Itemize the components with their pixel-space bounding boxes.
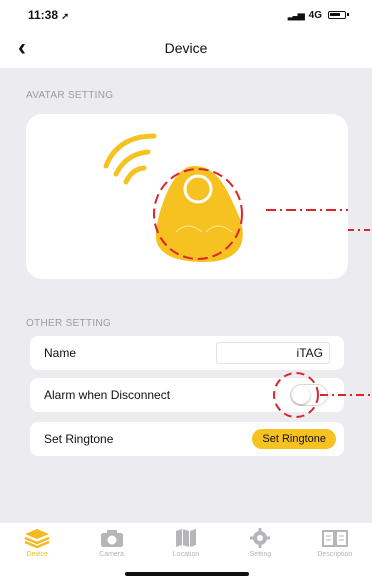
itag-device-illustration [103, 133, 348, 262]
avatar-section-label: AVATAR SETTING [26, 90, 114, 101]
battery-icon [328, 11, 349, 19]
wifi-signal-icon [103, 133, 157, 185]
set-ringtone-button[interactable]: Set Ringtone [252, 429, 336, 449]
gear-icon [250, 528, 271, 548]
signal-icon: ▂▃▅ [287, 9, 305, 20]
tab-label: Device [26, 551, 48, 558]
tab-bar: Device Camera Location Setting Descripti… [0, 522, 372, 567]
name-label: Name [44, 346, 77, 360]
name-input[interactable] [216, 342, 330, 364]
network-type: 4G [308, 9, 322, 21]
annotation-line-extension [348, 229, 372, 231]
tab-label: Camera [99, 551, 125, 558]
name-row: Name [30, 336, 344, 370]
tab-label: Location [172, 551, 200, 558]
alarm-label: Alarm when Disconnect [44, 388, 171, 402]
home-indicator [125, 572, 249, 576]
nav-bar: ‹ Device [0, 30, 372, 68]
status-indicators: ▂▃▅ 4G [287, 9, 349, 21]
map-icon [176, 529, 197, 547]
tab-location[interactable]: Location [149, 523, 223, 567]
other-section-label: OTHER SETTING [26, 318, 112, 329]
ringtone-row: Set Ringtone Set Ringtone [30, 422, 344, 456]
tab-device[interactable]: Device [0, 523, 74, 567]
book-icon [321, 530, 348, 547]
page-title: Device [164, 40, 208, 56]
status-bar: 11:38 ➚ ▂▃▅ 4G [0, 0, 372, 30]
tab-label: Setting [249, 551, 272, 558]
tab-description[interactable]: Description [298, 523, 372, 567]
toggle-annotation [273, 372, 372, 418]
layers-icon [24, 529, 50, 548]
tag-body-shape [155, 166, 243, 262]
ringtone-label: Set Ringtone [44, 432, 114, 446]
content-area: AVATAR SETTING OTHER SETTING Name Alarm … [0, 68, 372, 522]
location-arrow-icon: ➚ [61, 11, 69, 21]
tab-setting[interactable]: Setting [223, 523, 297, 567]
avatar-card[interactable] [26, 114, 348, 279]
status-time: 11:38 ➚ [28, 8, 69, 22]
camera-icon [100, 530, 123, 547]
tab-camera[interactable]: Camera [74, 523, 148, 567]
tab-label: Description [317, 551, 353, 558]
